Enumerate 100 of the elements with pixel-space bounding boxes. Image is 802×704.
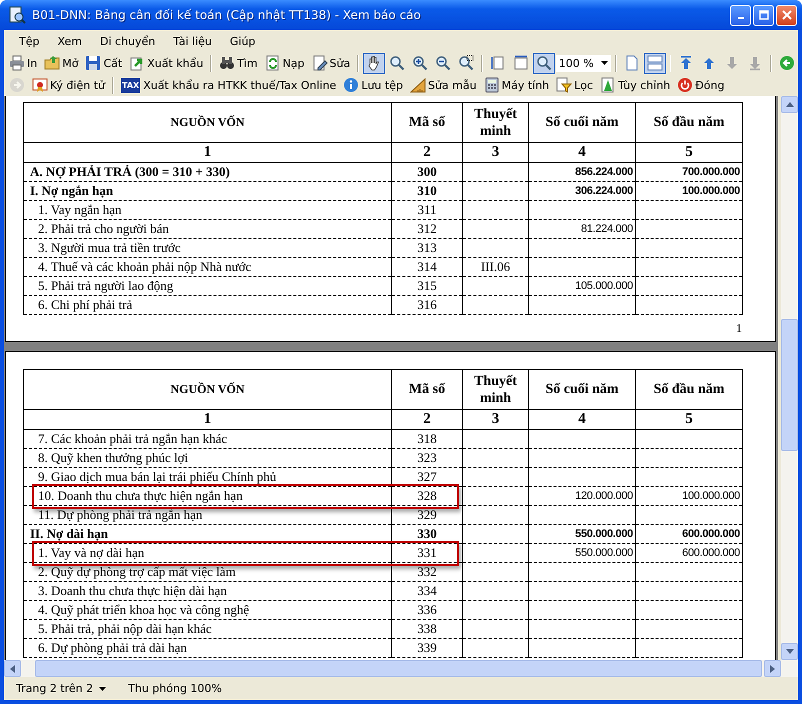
table-cell: 4. Quỹ phát triển khoa học và công nghệ bbox=[38, 602, 250, 617]
table-cell: 328 bbox=[417, 488, 437, 503]
toolbar-button[interactable] bbox=[644, 52, 666, 74]
table-cell: 81.224.000 bbox=[580, 223, 633, 235]
table-cell: I. Nợ ngắn hạn bbox=[30, 183, 114, 198]
table-cell: 329 bbox=[417, 507, 437, 522]
zoom-dropdown[interactable]: 100 % bbox=[556, 54, 611, 72]
table-cell: 856.224.000 bbox=[575, 166, 633, 178]
toolbar-button[interactable]: Tìm bbox=[216, 52, 261, 74]
menu-item[interactable]: Giúp bbox=[220, 32, 264, 50]
window-title: B01-DNN: Bảng cân đối kế toán (Cập nhật TT138) - Xem báo cáo bbox=[32, 8, 422, 22]
toolbar-button[interactable]: Sửa bbox=[308, 52, 354, 74]
table-cell: 315 bbox=[417, 278, 437, 293]
minimize-icon bbox=[738, 17, 744, 19]
column-number: 1 bbox=[24, 142, 392, 162]
zoom-out-icon bbox=[434, 55, 451, 71]
scroll-down-button[interactable] bbox=[781, 643, 798, 660]
toolbar-button[interactable]: Máy tính bbox=[480, 74, 552, 96]
table-cell: 331 bbox=[417, 545, 437, 560]
left-arrow-icon bbox=[10, 664, 15, 672]
toolbar-button[interactable] bbox=[532, 52, 555, 74]
up-arrow-icon bbox=[786, 102, 794, 107]
toolbar-button[interactable]: Lưu tệp bbox=[340, 74, 406, 96]
scroll-up-button[interactable] bbox=[781, 96, 798, 113]
filter-icon bbox=[556, 77, 572, 93]
maximize-button[interactable] bbox=[753, 4, 774, 26]
table-cell: 600.000.000 bbox=[682, 547, 740, 559]
toolbar-button[interactable]: TAX Xuất khẩu ra HTKK thuế/Tax Online bbox=[118, 74, 340, 96]
close-button[interactable] bbox=[776, 4, 797, 26]
page-dropdown[interactable]: Trang 2 trên 2 bbox=[16, 682, 106, 695]
edit-icon bbox=[312, 55, 328, 71]
calculator-icon bbox=[484, 77, 500, 93]
table-cell: 327 bbox=[417, 469, 437, 484]
table-cell: 5. Phải trả người lao động bbox=[38, 278, 174, 293]
table-cell: 3. Người mua trả tiền trước bbox=[38, 240, 181, 255]
table-cell: III.06 bbox=[480, 259, 510, 274]
power-icon bbox=[677, 77, 694, 93]
table-cell: 311 bbox=[417, 202, 437, 217]
page-number: 1 bbox=[736, 321, 742, 335]
table-cell: 9. Giao dịch mua bán lại trái phiếu Chính phủ bbox=[38, 469, 276, 484]
toolbar-button[interactable]: Lọc bbox=[553, 74, 596, 96]
menu-item[interactable]: Tệp bbox=[10, 32, 48, 50]
table-cell: 300 bbox=[417, 164, 437, 179]
go-icon bbox=[779, 55, 796, 71]
toolbar-button[interactable]: Đóng bbox=[674, 74, 728, 96]
scroll-thumb[interactable] bbox=[781, 319, 798, 451]
column-header: Số đầu năm bbox=[636, 102, 742, 142]
table-cell: 332 bbox=[417, 564, 437, 579]
column-number: 3 bbox=[462, 410, 528, 430]
vertical-scrollbar[interactable] bbox=[781, 96, 798, 660]
menu-item[interactable]: Xem bbox=[48, 32, 92, 50]
zoom-in-icon bbox=[412, 55, 428, 71]
table-cell: 314 bbox=[417, 259, 437, 274]
toolbar-button[interactable]: Xuất khẩu bbox=[126, 52, 206, 74]
column-number: 3 bbox=[462, 142, 528, 162]
column-number: 4 bbox=[528, 142, 636, 162]
toolbar-button[interactable]: Nạp bbox=[262, 52, 308, 74]
column-header: Mã số bbox=[392, 102, 462, 142]
toolbar-button[interactable]: In bbox=[6, 52, 40, 74]
table-cell: 105.000.000 bbox=[575, 280, 633, 292]
toolbar-button[interactable] bbox=[362, 52, 385, 74]
minimize-button[interactable] bbox=[730, 4, 751, 26]
toolbar-button[interactable]: Ký điện tử bbox=[29, 74, 108, 96]
table-cell: 550.000.000 bbox=[575, 528, 633, 540]
folder-icon bbox=[44, 55, 60, 71]
table-cell: 100.000.000 bbox=[682, 490, 740, 502]
column-number: 4 bbox=[528, 410, 636, 430]
column-header: Số cuối năm bbox=[528, 370, 636, 410]
scroll-left-button[interactable] bbox=[4, 660, 21, 677]
maximize-icon bbox=[758, 10, 768, 20]
info-icon bbox=[343, 77, 360, 93]
fit-page-icon bbox=[490, 55, 506, 71]
toolbar-button[interactable]: Tùy chỉnh bbox=[597, 74, 674, 96]
scroll-right-button[interactable] bbox=[764, 660, 781, 677]
column-number: 5 bbox=[636, 410, 742, 430]
caret-icon bbox=[600, 61, 608, 65]
tax-badge: TAX bbox=[120, 78, 140, 92]
table-cell: A. NỢ PHẢI TRẢ (300 = 310 + 330) bbox=[30, 164, 230, 179]
menu-item[interactable]: Di chuyển bbox=[91, 32, 164, 50]
certificate-icon bbox=[32, 77, 48, 93]
table-cell: 312 bbox=[417, 221, 437, 236]
table-cell: 6. Chi phí phải trả bbox=[38, 297, 132, 312]
table-cell: 8. Quỹ khen thưởng phúc lợi bbox=[38, 450, 188, 465]
toolbar-button[interactable]: Sửa mẫu bbox=[406, 74, 480, 96]
table-cell: 6. Dự phòng phải trả dài hạn bbox=[38, 640, 187, 655]
zoom-icon bbox=[388, 55, 405, 71]
refresh-icon bbox=[264, 55, 281, 71]
menu-item[interactable]: Tài liệu bbox=[164, 32, 221, 50]
toolbar-button[interactable]: Mở bbox=[41, 52, 82, 74]
ruler-icon bbox=[410, 77, 426, 93]
column-header: Số đầu năm bbox=[636, 370, 742, 410]
table-cell: 313 bbox=[417, 240, 437, 255]
table-cell: 338 bbox=[417, 621, 437, 636]
table-cell: 334 bbox=[417, 583, 437, 598]
toolbar-button[interactable]: Cất bbox=[82, 52, 126, 74]
report-icon bbox=[8, 6, 26, 24]
table-cell: 100.000.000 bbox=[682, 185, 740, 197]
right-arrow-icon bbox=[770, 664, 775, 672]
down-arrow-icon bbox=[786, 649, 794, 654]
column-header: Thuyết minh bbox=[462, 370, 528, 410]
